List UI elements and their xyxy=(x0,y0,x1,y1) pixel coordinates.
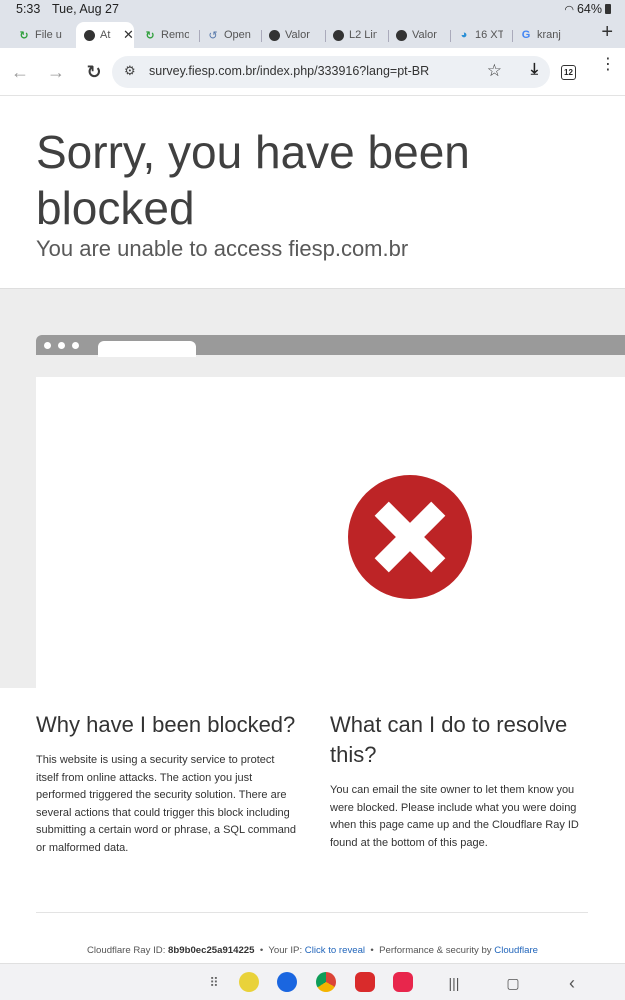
tab-active[interactable]: At ✕ xyxy=(76,22,134,48)
url-text[interactable]: survey.fiesp.com.br/index.php/333916?lan… xyxy=(149,64,429,78)
back-nav-icon[interactable]: ‹ xyxy=(562,973,582,993)
resolve-section: What can I do to resolve this? You can e… xyxy=(330,710,592,852)
illustration-dot xyxy=(58,342,65,349)
globe-icon xyxy=(269,29,280,41)
tab-label: Valor xyxy=(412,29,437,41)
ray-label: Cloudflare Ray ID: xyxy=(86,945,166,956)
tab-separator xyxy=(199,30,200,42)
page-title: Sorry, you have been blocked xyxy=(36,126,470,234)
tab-label: Open xyxy=(224,29,251,41)
why-blocked-heading: Why have I been blocked? xyxy=(36,712,296,737)
tab-separator xyxy=(450,30,451,42)
bookmark-star-icon[interactable]: ☆ xyxy=(487,61,502,81)
resolve-text: You can email the site owner to let them… xyxy=(330,784,579,849)
green-refresh-icon: ↻ xyxy=(19,29,29,42)
tab-3[interactable]: ↻ Remo xyxy=(140,24,196,46)
reveal-ip-link[interactable]: Click to reveal xyxy=(305,945,365,956)
tab-separator xyxy=(512,30,513,42)
chrome-icon[interactable] xyxy=(316,972,336,992)
why-blocked-text: This website is using a security service… xyxy=(36,754,297,854)
perf-label: Performance & security by xyxy=(379,945,492,956)
resolve-heading: What can I do to resolve this? xyxy=(330,712,568,767)
status-right: ◠ 64% xyxy=(564,2,611,16)
why-blocked-section: Why have I been blocked? This website is… xyxy=(36,710,298,858)
close-tab-icon[interactable]: ✕ xyxy=(123,27,134,43)
screen-recorder-icon[interactable] xyxy=(393,972,413,992)
app-shell-icon[interactable] xyxy=(239,972,259,992)
illustration-browser-window xyxy=(36,377,625,689)
globe-icon xyxy=(396,29,407,41)
tab-1[interactable]: ↻ File u xyxy=(14,24,76,46)
illustration-browser-tab xyxy=(98,341,196,357)
tab-label: L2 Lin xyxy=(349,29,377,41)
browser-toolbar: ← → ↻ ⚙ survey.fiesp.com.br/index.php/33… xyxy=(0,48,625,96)
illustration-dot xyxy=(44,342,51,349)
reload-icon[interactable]: ↻ xyxy=(82,60,106,84)
site-settings-icon[interactable]: ⚙ xyxy=(124,63,136,79)
tab-5[interactable]: Valor xyxy=(265,24,323,46)
ray-id: 8b9b0ec25a914225 xyxy=(168,945,255,956)
tab-count-button[interactable]: 12 xyxy=(561,65,576,80)
blue-sphere-icon: ◕ xyxy=(460,29,468,41)
tab-4[interactable]: ↺ Open xyxy=(203,24,259,46)
new-tab-icon[interactable]: + xyxy=(601,21,613,44)
green-refresh-icon: ↻ xyxy=(145,29,155,42)
illustration-dot xyxy=(72,342,79,349)
tab-6[interactable]: L2 Lin xyxy=(329,24,387,46)
page-subtitle: You are unable to access fiesp.com.br xyxy=(36,236,409,261)
tab-9[interactable]: G kranj xyxy=(516,24,572,46)
download-icon[interactable]: ⤓ xyxy=(531,61,538,79)
recents-icon[interactable]: ||| xyxy=(444,973,464,993)
tab-separator xyxy=(261,30,262,42)
status-date: Tue, Aug 27 xyxy=(52,2,119,16)
home-icon[interactable]: ▢ xyxy=(503,973,523,993)
wifi-icon: ◠ xyxy=(564,3,574,16)
tab-8[interactable]: ◕ 16 XT xyxy=(454,24,510,46)
loop-icon: ↺ xyxy=(208,29,218,42)
apps-grid-icon[interactable]: ⠿ xyxy=(204,973,224,993)
tab-label: Remo xyxy=(161,29,189,41)
cloudflare-link[interactable]: Cloudflare xyxy=(494,945,538,956)
globe-icon xyxy=(333,29,344,41)
status-time: 5:33 xyxy=(16,2,41,16)
back-arrow-icon[interactable]: ← xyxy=(8,60,32,84)
error-x-icon xyxy=(348,475,472,599)
tab-separator xyxy=(325,30,326,42)
forward-arrow-icon[interactable]: → xyxy=(44,60,68,84)
messages-icon[interactable] xyxy=(277,972,297,992)
address-bar[interactable]: ⚙ survey.fiesp.com.br/index.php/333916?l… xyxy=(112,56,550,88)
block-header: Sorry, you have been blocked You are una… xyxy=(0,96,625,288)
cloudflare-footer: Cloudflare Ray ID: 8b9b0ec25a914225 • Yo… xyxy=(0,945,625,956)
system-nav-bar: ⠿ ||| ▢ ‹ xyxy=(0,963,625,1000)
menu-dots-icon[interactable]: ⋮ xyxy=(600,57,616,73)
tab-label: kranj xyxy=(537,29,561,41)
footer-separator: • xyxy=(370,945,374,956)
tab-7[interactable]: Valor xyxy=(392,24,450,46)
email-icon[interactable] xyxy=(355,972,375,992)
tab-label: At xyxy=(100,29,111,41)
status-bar: 5:33 Tue, Aug 27 ◠ 64% xyxy=(0,0,625,20)
globe-icon xyxy=(84,29,95,41)
footer-divider xyxy=(36,912,588,913)
battery-icon xyxy=(605,4,611,14)
google-icon: G xyxy=(521,29,531,41)
battery-percent: 64% xyxy=(576,2,602,16)
tab-label: Valor xyxy=(285,29,310,41)
tab-label: File u xyxy=(35,29,62,41)
tab-strip: ↻ File u At ✕ ↻ Remo ↺ Open Valor L2 Lin… xyxy=(0,20,625,48)
tab-separator xyxy=(388,30,389,42)
ip-label: Your IP: xyxy=(268,945,303,956)
tab-label: 16 XT xyxy=(475,29,503,41)
block-illustration xyxy=(0,288,625,689)
footer-separator: • xyxy=(259,945,264,956)
